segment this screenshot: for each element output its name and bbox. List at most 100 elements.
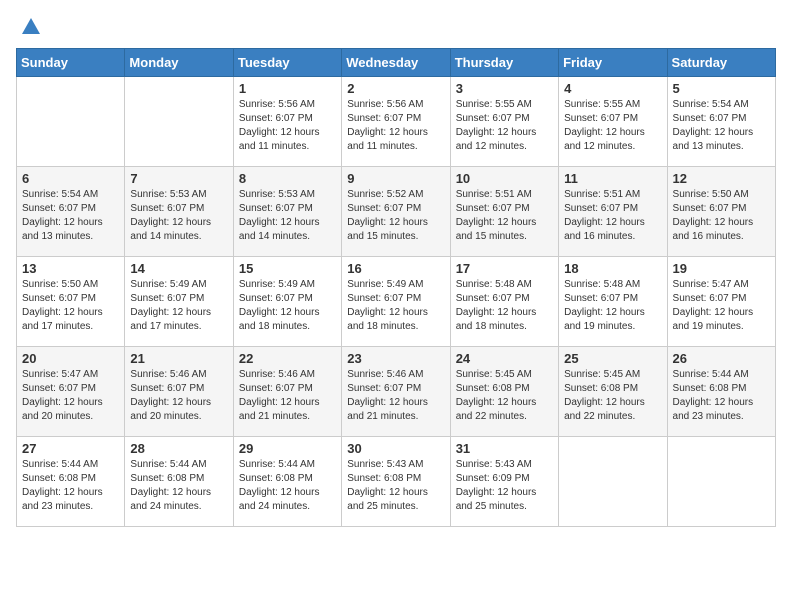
calendar-cell: 23 Sunrise: 5:46 AMSunset: 6:07 PMDayligh…: [342, 347, 450, 437]
day-info: Sunrise: 5:49 AMSunset: 6:07 PMDaylight:…: [130, 278, 227, 334]
day-info: Sunrise: 5:53 AMSunset: 6:07 PMDaylight:…: [130, 188, 227, 244]
calendar-cell: [667, 437, 775, 527]
calendar-cell: 15 Sunrise: 5:49 AMSunset: 6:07 PMDayligh…: [233, 257, 341, 347]
day-number: 31: [456, 441, 553, 456]
day-number: 21: [130, 351, 227, 366]
calendar-cell: 2 Sunrise: 5:56 AMSunset: 6:07 PMDaylight…: [342, 77, 450, 167]
weekday-header-monday: Monday: [125, 49, 233, 77]
calendar-cell: 21 Sunrise: 5:46 AMSunset: 6:07 PMDayligh…: [125, 347, 233, 437]
calendar-cell: 10Sunrise: 5:51 AMSunset: 6:07 PMDayligh…: [450, 167, 558, 257]
calendar-cell: 17 Sunrise: 5:48 AMSunset: 6:07 PMDayligh…: [450, 257, 558, 347]
day-number: 5: [673, 81, 770, 96]
calendar-cell: 9 Sunrise: 5:52 AMSunset: 6:07 PMDaylight…: [342, 167, 450, 257]
day-info: Sunrise: 5:48 AMSunset: 6:07 PMDaylight:…: [564, 278, 661, 334]
day-number: 20: [22, 351, 119, 366]
day-number: 16: [347, 261, 444, 276]
calendar-cell: [559, 437, 667, 527]
calendar-cell: 1 Sunrise: 5:56 AMSunset: 6:07 PMDaylight…: [233, 77, 341, 167]
logo: [16, 16, 44, 38]
day-number: 22: [239, 351, 336, 366]
day-info: Sunrise: 5:45 AMSunset: 6:08 PMDaylight:…: [564, 368, 661, 424]
weekday-header-thursday: Thursday: [450, 49, 558, 77]
day-number: 17: [456, 261, 553, 276]
weekday-header-wednesday: Wednesday: [342, 49, 450, 77]
week-row-4: 20 Sunrise: 5:47 AMSunset: 6:07 PMDayligh…: [17, 347, 776, 437]
day-number: 13: [22, 261, 119, 276]
calendar-cell: 29 Sunrise: 5:44 AMSunset: 6:08 PMDayligh…: [233, 437, 341, 527]
calendar-cell: 19 Sunrise: 5:47 AMSunset: 6:07 PMDayligh…: [667, 257, 775, 347]
day-info: Sunrise: 5:44 AMSunset: 6:08 PMDaylight:…: [673, 368, 770, 424]
day-number: 19: [673, 261, 770, 276]
day-number: 8: [239, 171, 336, 186]
day-info: Sunrise: 5:44 AMSunset: 6:08 PMDaylight:…: [239, 458, 336, 514]
week-row-2: 6 Sunrise: 5:54 AMSunset: 6:07 PMDaylight…: [17, 167, 776, 257]
day-number: 6: [22, 171, 119, 186]
week-row-1: 1 Sunrise: 5:56 AMSunset: 6:07 PMDaylight…: [17, 77, 776, 167]
day-number: 9: [347, 171, 444, 186]
calendar-cell: 6 Sunrise: 5:54 AMSunset: 6:07 PMDaylight…: [17, 167, 125, 257]
calendar-cell: 31Sunrise: 5:43 AMSunset: 6:09 PMDayligh…: [450, 437, 558, 527]
calendar-cell: 18 Sunrise: 5:48 AMSunset: 6:07 PMDayligh…: [559, 257, 667, 347]
calendar-cell: 16Sunrise: 5:49 AMSunset: 6:07 PMDayligh…: [342, 257, 450, 347]
day-info: Sunrise: 5:49 AMSunset: 6:07 PMDaylight:…: [239, 278, 336, 334]
calendar-cell: 28Sunrise: 5:44 AMSunset: 6:08 PMDayligh…: [125, 437, 233, 527]
calendar-table: SundayMondayTuesdayWednesdayThursdayFrid…: [16, 48, 776, 527]
day-info: Sunrise: 5:55 AMSunset: 6:07 PMDaylight:…: [564, 98, 661, 154]
day-number: 2: [347, 81, 444, 96]
page-header: [16, 16, 776, 38]
calendar-cell: 12 Sunrise: 5:50 AMSunset: 6:07 PMDayligh…: [667, 167, 775, 257]
day-info: Sunrise: 5:55 AMSunset: 6:07 PMDaylight:…: [456, 98, 553, 154]
calendar-cell: 20 Sunrise: 5:47 AMSunset: 6:07 PMDayligh…: [17, 347, 125, 437]
day-info: Sunrise: 5:43 AMSunset: 6:08 PMDaylight:…: [347, 458, 444, 514]
day-number: 26: [673, 351, 770, 366]
day-number: 29: [239, 441, 336, 456]
logo-icon: [20, 16, 42, 38]
day-number: 12: [673, 171, 770, 186]
day-info: Sunrise: 5:48 AMSunset: 6:07 PMDaylight:…: [456, 278, 553, 334]
day-number: 25: [564, 351, 661, 366]
calendar-cell: 25 Sunrise: 5:45 AMSunset: 6:08 PMDayligh…: [559, 347, 667, 437]
day-number: 1: [239, 81, 336, 96]
calendar-cell: 27Sunrise: 5:44 AMSunset: 6:08 PMDayligh…: [17, 437, 125, 527]
weekday-header-sunday: Sunday: [17, 49, 125, 77]
week-row-3: 13Sunrise: 5:50 AMSunset: 6:07 PMDayligh…: [17, 257, 776, 347]
day-number: 18: [564, 261, 661, 276]
day-number: 3: [456, 81, 553, 96]
calendar-cell: 22 Sunrise: 5:46 AMSunset: 6:07 PMDayligh…: [233, 347, 341, 437]
day-number: 15: [239, 261, 336, 276]
calendar-cell: 8 Sunrise: 5:53 AMSunset: 6:07 PMDaylight…: [233, 167, 341, 257]
day-info: Sunrise: 5:46 AMSunset: 6:07 PMDaylight:…: [130, 368, 227, 424]
calendar-cell: 4 Sunrise: 5:55 AMSunset: 6:07 PMDaylight…: [559, 77, 667, 167]
day-info: Sunrise: 5:53 AMSunset: 6:07 PMDaylight:…: [239, 188, 336, 244]
day-info: Sunrise: 5:44 AMSunset: 6:08 PMDaylight:…: [130, 458, 227, 514]
day-info: Sunrise: 5:46 AMSunset: 6:07 PMDaylight:…: [347, 368, 444, 424]
day-number: 7: [130, 171, 227, 186]
day-info: Sunrise: 5:50 AMSunset: 6:07 PMDaylight:…: [673, 188, 770, 244]
week-row-5: 27Sunrise: 5:44 AMSunset: 6:08 PMDayligh…: [17, 437, 776, 527]
calendar-cell: [125, 77, 233, 167]
day-number: 11: [564, 171, 661, 186]
day-number: 30: [347, 441, 444, 456]
calendar-cell: 14Sunrise: 5:49 AMSunset: 6:07 PMDayligh…: [125, 257, 233, 347]
day-info: Sunrise: 5:52 AMSunset: 6:07 PMDaylight:…: [347, 188, 444, 244]
calendar-cell: 30 Sunrise: 5:43 AMSunset: 6:08 PMDayligh…: [342, 437, 450, 527]
calendar-cell: 5Sunrise: 5:54 AMSunset: 6:07 PMDaylight…: [667, 77, 775, 167]
day-number: 4: [564, 81, 661, 96]
calendar-cell: 3 Sunrise: 5:55 AMSunset: 6:07 PMDaylight…: [450, 77, 558, 167]
weekday-header-friday: Friday: [559, 49, 667, 77]
day-info: Sunrise: 5:54 AMSunset: 6:07 PMDaylight:…: [22, 188, 119, 244]
day-info: Sunrise: 5:46 AMSunset: 6:07 PMDaylight:…: [239, 368, 336, 424]
weekday-header-row: SundayMondayTuesdayWednesdayThursdayFrid…: [17, 49, 776, 77]
calendar-cell: 13Sunrise: 5:50 AMSunset: 6:07 PMDayligh…: [17, 257, 125, 347]
day-number: 10: [456, 171, 553, 186]
calendar-cell: 7 Sunrise: 5:53 AMSunset: 6:07 PMDaylight…: [125, 167, 233, 257]
calendar-cell: 24Sunrise: 5:45 AMSunset: 6:08 PMDayligh…: [450, 347, 558, 437]
day-info: Sunrise: 5:56 AMSunset: 6:07 PMDaylight:…: [347, 98, 444, 154]
calendar-cell: 11 Sunrise: 5:51 AMSunset: 6:07 PMDayligh…: [559, 167, 667, 257]
calendar-cell: [17, 77, 125, 167]
day-info: Sunrise: 5:47 AMSunset: 6:07 PMDaylight:…: [673, 278, 770, 334]
day-info: Sunrise: 5:51 AMSunset: 6:07 PMDaylight:…: [564, 188, 661, 244]
day-number: 23: [347, 351, 444, 366]
day-info: Sunrise: 5:56 AMSunset: 6:07 PMDaylight:…: [239, 98, 336, 154]
day-info: Sunrise: 5:47 AMSunset: 6:07 PMDaylight:…: [22, 368, 119, 424]
